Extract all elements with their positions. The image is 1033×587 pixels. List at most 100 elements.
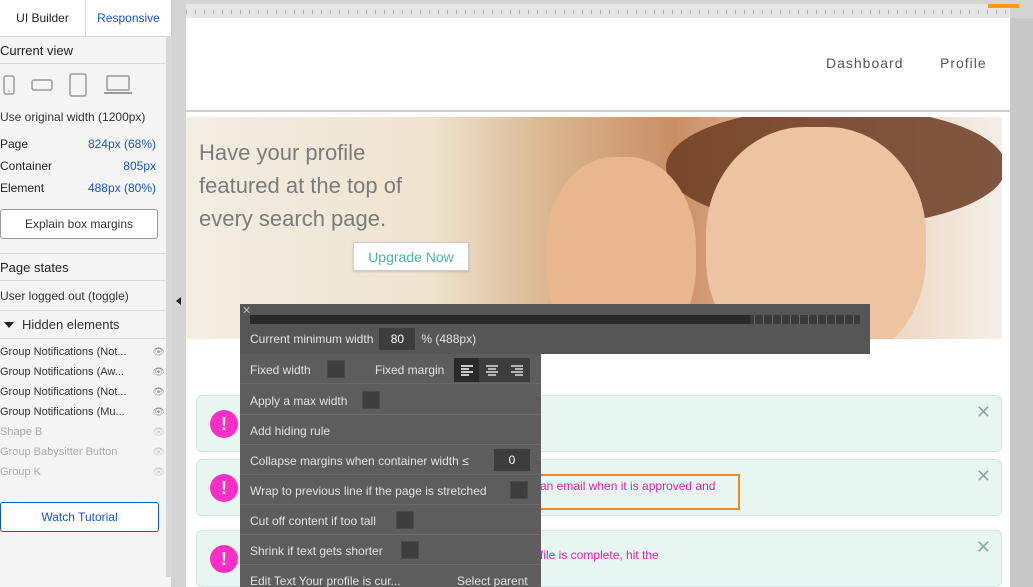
fixed-margin-label: Fixed margin (375, 363, 445, 377)
property-list: Fixed width Fixed margin Apply a max wid… (240, 354, 541, 587)
element-label: Element (0, 181, 45, 195)
container-width-value: 805px (123, 159, 156, 173)
hidden-item[interactable]: Group Notifications (Mu... 👁 (0, 402, 171, 422)
laptop-icon[interactable] (103, 75, 133, 95)
hidden-item[interactable]: Shape B 👁 (0, 422, 171, 442)
align-left-icon[interactable] (454, 358, 480, 382)
element-width-row: Element 488px (80%) (0, 177, 171, 199)
hidden-item-label: Group Notifications (Mu... (0, 406, 125, 418)
caret-down-icon (4, 321, 14, 328)
wrap-row: Wrap to previous line if the page is str… (240, 475, 541, 505)
responsive-property-popup: ✕ Current minimum width 80 % (488px) Fix… (240, 304, 870, 587)
original-width-option[interactable]: Use original width (1200px) (0, 106, 171, 128)
collapse-panel-arrow-icon[interactable] (176, 297, 181, 305)
min-width-row: Current minimum width 80 % (488px) (250, 328, 476, 350)
eye-icon[interactable]: 👁 (152, 467, 165, 478)
tab-responsive[interactable]: Responsive (85, 0, 171, 36)
min-width-bar: ✕ Current minimum width 80 % (488px) (240, 304, 870, 354)
responsive-panel: UI Builder Responsive Current view Use o… (0, 0, 172, 587)
fixed-width-row: Fixed width Fixed margin (240, 354, 541, 384)
page-states-title: Page states (0, 254, 171, 281)
nav-dashboard[interactable]: Dashboard (826, 55, 904, 71)
shrink-label: Shrink if text gets shorter (250, 544, 383, 558)
min-width-input[interactable]: 80 (379, 328, 416, 350)
page-width-value: 824px (68%) (87, 137, 156, 151)
container-label: Container (0, 159, 53, 173)
eye-icon[interactable]: 👁 (152, 407, 165, 418)
ruler-marker[interactable] (988, 4, 1019, 8)
tablet-icon[interactable] (69, 73, 87, 97)
wrap-label: Wrap to previous line if the page is str… (250, 484, 487, 498)
select-parent-link[interactable]: Select parent (457, 574, 528, 587)
hidden-item-label: Group Notifications (Not... (0, 386, 127, 398)
explain-box-margins-button[interactable]: Explain box margins (0, 209, 158, 239)
hidden-item-label: Shape B (0, 426, 43, 438)
eye-icon[interactable]: 👁 (152, 367, 165, 378)
element-width-value: 488px (80%) (87, 181, 156, 195)
eye-icon[interactable]: 👁 (152, 387, 165, 398)
max-width-row: Apply a max width (240, 385, 541, 415)
fixed-width-checkbox[interactable] (327, 360, 345, 378)
upgrade-now-button[interactable]: Upgrade Now (353, 242, 469, 271)
alert-icon: ! (210, 545, 238, 573)
cut-off-row: Cut off content if too tall (240, 505, 541, 535)
current-view-title: Current view (0, 37, 171, 64)
phone-portrait-icon[interactable] (3, 75, 15, 95)
logged-out-toggle[interactable]: User logged out (toggle) (0, 281, 171, 311)
watch-tutorial-button[interactable]: Watch Tutorial (0, 502, 159, 532)
tab-ui-builder[interactable]: UI Builder (0, 0, 85, 36)
collapse-width-input[interactable]: 0 (494, 449, 530, 471)
close-icon[interactable]: ✕ (976, 537, 991, 558)
close-icon[interactable]: ✕ (976, 466, 991, 487)
shrink-checkbox[interactable] (401, 541, 419, 559)
device-selector (0, 64, 171, 106)
max-width-label: Apply a max width (250, 394, 348, 408)
page-label: Page (0, 137, 29, 151)
eye-icon[interactable]: 👁 (152, 347, 165, 358)
align-right-icon[interactable] (505, 358, 530, 382)
hidden-item-label: Group Babysitter Button (0, 446, 118, 458)
hidden-elements-title: Hidden elements (22, 317, 120, 332)
hidden-item-label: Group Notifications (Aw... (0, 366, 124, 378)
min-width-slider[interactable] (250, 315, 860, 324)
alert-icon: ! (210, 410, 238, 438)
min-width-slider-fill (250, 315, 751, 324)
collapse-margins-row: Collapse margins when container width ≤ … (240, 445, 541, 475)
hidden-item[interactable]: Group K 👁 (0, 462, 171, 482)
canvas-gutter (1010, 18, 1033, 587)
hidden-item[interactable]: Group Notifications (Aw... 👁 (0, 362, 171, 382)
hiding-rule-label[interactable]: Add hiding rule (250, 424, 330, 438)
hero-headline: Have your profile featured at the top of… (199, 140, 403, 231)
min-width-label: Current minimum width (250, 332, 374, 346)
shrink-row: Shrink if text gets shorter (240, 535, 541, 565)
fixed-width-label: Fixed width (250, 363, 311, 377)
edit-text-row: Edit Text Your profile is cur... Select … (240, 565, 541, 587)
panel-scrollbar[interactable] (166, 37, 172, 577)
hidden-item-label: Group K (0, 466, 41, 478)
close-icon[interactable]: ✕ (976, 402, 991, 423)
wrap-checkbox[interactable] (510, 481, 528, 499)
edit-text-label[interactable]: Edit Text Your profile is cur... (250, 574, 401, 587)
cut-off-label: Cut off content if too tall (250, 514, 376, 528)
max-width-checkbox[interactable] (362, 391, 380, 409)
horizontal-ruler (186, 4, 1019, 18)
align-center-icon[interactable] (479, 358, 504, 382)
hidden-item[interactable]: Group Notifications (Not... 👁 (0, 382, 171, 402)
hidden-elements-list: Group Notifications (Not... 👁 Group Notif… (0, 339, 171, 482)
container-width-row: Container 805px (0, 155, 171, 177)
alignment-group (454, 358, 530, 382)
hidden-item[interactable]: Group Notifications (Not... 👁 (0, 342, 171, 362)
eye-icon[interactable]: 👁 (152, 427, 165, 438)
hidden-elements-header[interactable]: Hidden elements (0, 311, 171, 339)
nav-profile[interactable]: Profile (940, 55, 987, 71)
panel-tabs: UI Builder Responsive (0, 0, 171, 37)
alert-icon: ! (210, 474, 238, 502)
eye-icon[interactable]: 👁 (152, 447, 165, 458)
hiding-rule-row[interactable]: Add hiding rule (240, 415, 541, 445)
phone-landscape-icon[interactable] (31, 78, 53, 92)
top-nav: Dashboard Profile (186, 18, 1010, 112)
cut-off-checkbox[interactable] (396, 511, 414, 529)
page-width-row: Page 824px (68%) (0, 133, 171, 155)
hidden-item[interactable]: Group Babysitter Button 👁 (0, 442, 171, 462)
hidden-item-label: Group Notifications (Not... (0, 346, 127, 358)
